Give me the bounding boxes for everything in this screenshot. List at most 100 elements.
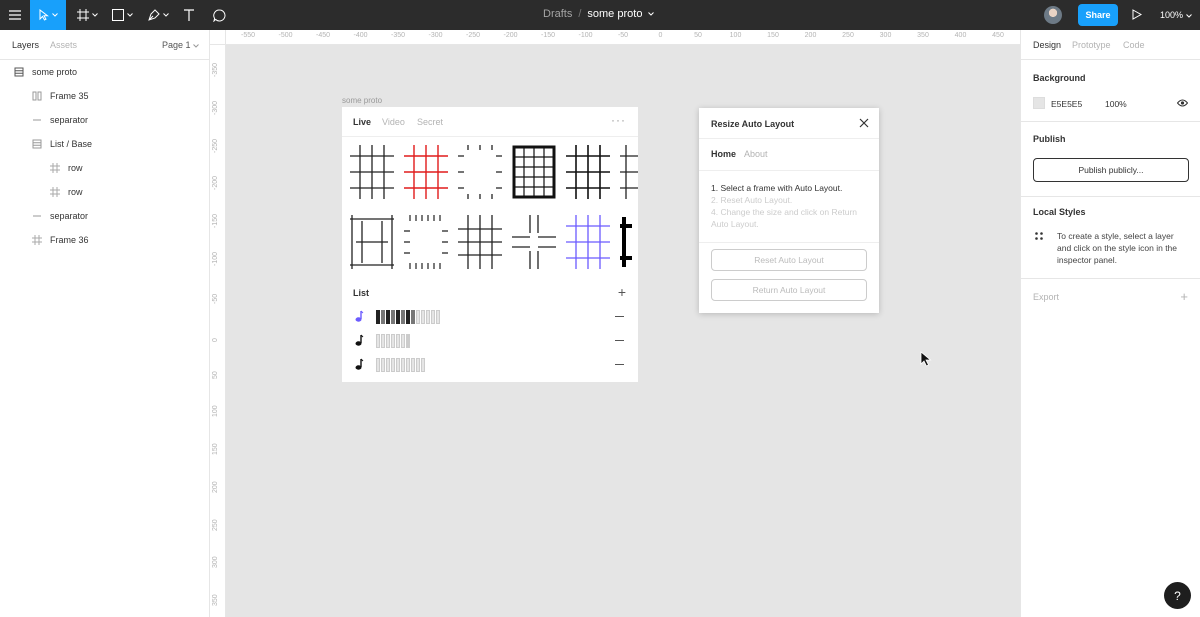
tab-design[interactable]: Design	[1033, 40, 1061, 50]
menu-button[interactable]	[0, 0, 30, 30]
pattern-tile[interactable]	[564, 213, 612, 271]
chevron-down-icon	[51, 13, 58, 17]
layer-label: row	[68, 163, 83, 173]
publish-heading: Publish	[1033, 134, 1066, 144]
ruler-tick-label: -250	[465, 32, 481, 39]
step-3: 4. Change the size and click on Return A…	[711, 207, 858, 229]
tab-assets[interactable]: Assets	[50, 40, 77, 50]
pattern-tile[interactable]	[348, 143, 396, 201]
list-row[interactable]	[342, 305, 638, 329]
reset-auto-layout-button[interactable]: Reset Auto Layout	[711, 249, 867, 271]
ruler-tick-label: 50	[694, 32, 702, 39]
list-row[interactable]	[342, 353, 638, 377]
layer-label: separator	[50, 115, 89, 125]
row-glyphs	[376, 310, 440, 324]
layer-row[interactable]: Frame 35	[30, 84, 89, 108]
background-opacity[interactable]: 100%	[1105, 99, 1127, 109]
background-hex[interactable]: E5E5E5	[1051, 99, 1082, 109]
right-panel-tabs: Design Prototype Code	[1021, 30, 1200, 60]
page-selector[interactable]: Page 1	[162, 40, 199, 50]
toolbar: Drafts / some proto Share 100%	[0, 0, 1200, 30]
help-button[interactable]: ?	[1164, 582, 1191, 609]
ruler-tick-label: -100	[578, 32, 593, 39]
breadcrumb-folder[interactable]: Drafts	[543, 8, 572, 20]
ruler-tick-label: 50	[212, 371, 219, 380]
frame-tool-button[interactable]	[72, 0, 102, 30]
pattern-tile[interactable]	[618, 143, 638, 201]
pattern-tile[interactable]	[402, 143, 450, 201]
zoom-menu[interactable]: 100%	[1160, 10, 1192, 20]
shape-tool-button[interactable]	[106, 0, 138, 30]
zoom-label: 100%	[1160, 10, 1184, 20]
proto-frame[interactable]: Live Video Secret ··· List +	[342, 107, 638, 382]
remove-row-button[interactable]	[615, 364, 624, 365]
add-row-button[interactable]: +	[618, 284, 626, 300]
layer-row[interactable]: row	[48, 156, 83, 180]
share-button[interactable]: Share	[1078, 4, 1118, 26]
tab-prototype[interactable]: Prototype	[1072, 40, 1111, 50]
pattern-tile[interactable]	[456, 213, 504, 271]
file-name[interactable]: some proto	[587, 8, 642, 20]
pattern-tile[interactable]	[510, 143, 558, 201]
breadcrumb-separator: /	[578, 8, 582, 20]
chevron-down-icon	[91, 13, 98, 17]
pen-tool-button[interactable]	[142, 0, 174, 30]
layer-row[interactable]: row	[48, 180, 83, 204]
list-row[interactable]	[342, 329, 638, 353]
text-tool-button[interactable]	[178, 0, 200, 30]
layer-row[interactable]: separator	[30, 204, 88, 228]
tab-video[interactable]: Video	[382, 117, 405, 127]
pattern-tile[interactable]	[510, 213, 558, 271]
tab-code[interactable]: Code	[1123, 40, 1145, 50]
background-swatch[interactable]	[1033, 97, 1045, 109]
present-button[interactable]	[1132, 9, 1143, 22]
rectangle-icon	[111, 9, 124, 21]
remove-row-button[interactable]	[615, 340, 624, 341]
ruler-tick-label: 250	[212, 518, 219, 531]
move-tool-button[interactable]	[30, 0, 66, 30]
ruler-tick-label: 250	[842, 32, 854, 39]
tab-layers[interactable]: Layers	[12, 40, 39, 50]
tab-secret[interactable]: Secret	[417, 117, 443, 127]
properties-panel: Design Prototype Code Background E5E5E5 …	[1020, 30, 1200, 617]
music-note-icon	[355, 310, 364, 322]
chevron-down-icon	[162, 13, 169, 17]
plugin-tab-home[interactable]: Home	[711, 149, 736, 159]
frame-label[interactable]: some proto	[342, 96, 382, 105]
layer-row[interactable]: separator	[30, 108, 88, 132]
layer-label: Frame 36	[50, 235, 89, 245]
add-export-button[interactable]: +	[1180, 289, 1188, 304]
pattern-tile[interactable]	[564, 143, 612, 201]
layer-row[interactable]: Frame 36	[30, 228, 89, 252]
pattern-tile[interactable]	[348, 213, 396, 271]
eye-icon[interactable]	[1177, 99, 1188, 107]
pattern-tile[interactable]	[402, 213, 450, 271]
plugin-tab-about[interactable]: About	[744, 149, 768, 159]
row-glyphs	[376, 334, 410, 348]
ruler-tick-label: -150	[212, 214, 219, 229]
chevron-down-icon	[1185, 14, 1192, 18]
pattern-tile[interactable]	[618, 213, 638, 271]
plugin-title: Resize Auto Layout	[711, 119, 795, 129]
layer-label: List / Base	[50, 139, 93, 149]
avatar[interactable]	[1044, 6, 1062, 24]
ruler-tick-label: 200	[212, 481, 219, 493]
layer-row[interactable]: some proto	[12, 60, 77, 84]
more-icon[interactable]: ···	[611, 113, 626, 127]
chevron-down-icon[interactable]	[648, 12, 655, 16]
ruler-tick-label: -500	[278, 32, 293, 39]
ruler-tick-label: 150	[767, 32, 779, 39]
pattern-tile[interactable]	[456, 143, 504, 201]
return-auto-layout-button[interactable]: Return Auto Layout	[711, 279, 867, 301]
line-icon	[30, 211, 44, 221]
ruler-corner	[210, 30, 226, 45]
layer-label: Frame 35	[50, 91, 89, 101]
comment-tool-button[interactable]	[206, 0, 232, 30]
remove-row-button[interactable]	[615, 316, 624, 317]
music-note-icon	[355, 358, 364, 370]
layer-row[interactable]: List / Base	[30, 132, 92, 156]
close-icon[interactable]	[859, 118, 869, 128]
ruler-tick-label: 100	[729, 32, 742, 39]
publish-button[interactable]: Publish publicly...	[1033, 158, 1189, 182]
tab-live[interactable]: Live	[353, 117, 371, 127]
